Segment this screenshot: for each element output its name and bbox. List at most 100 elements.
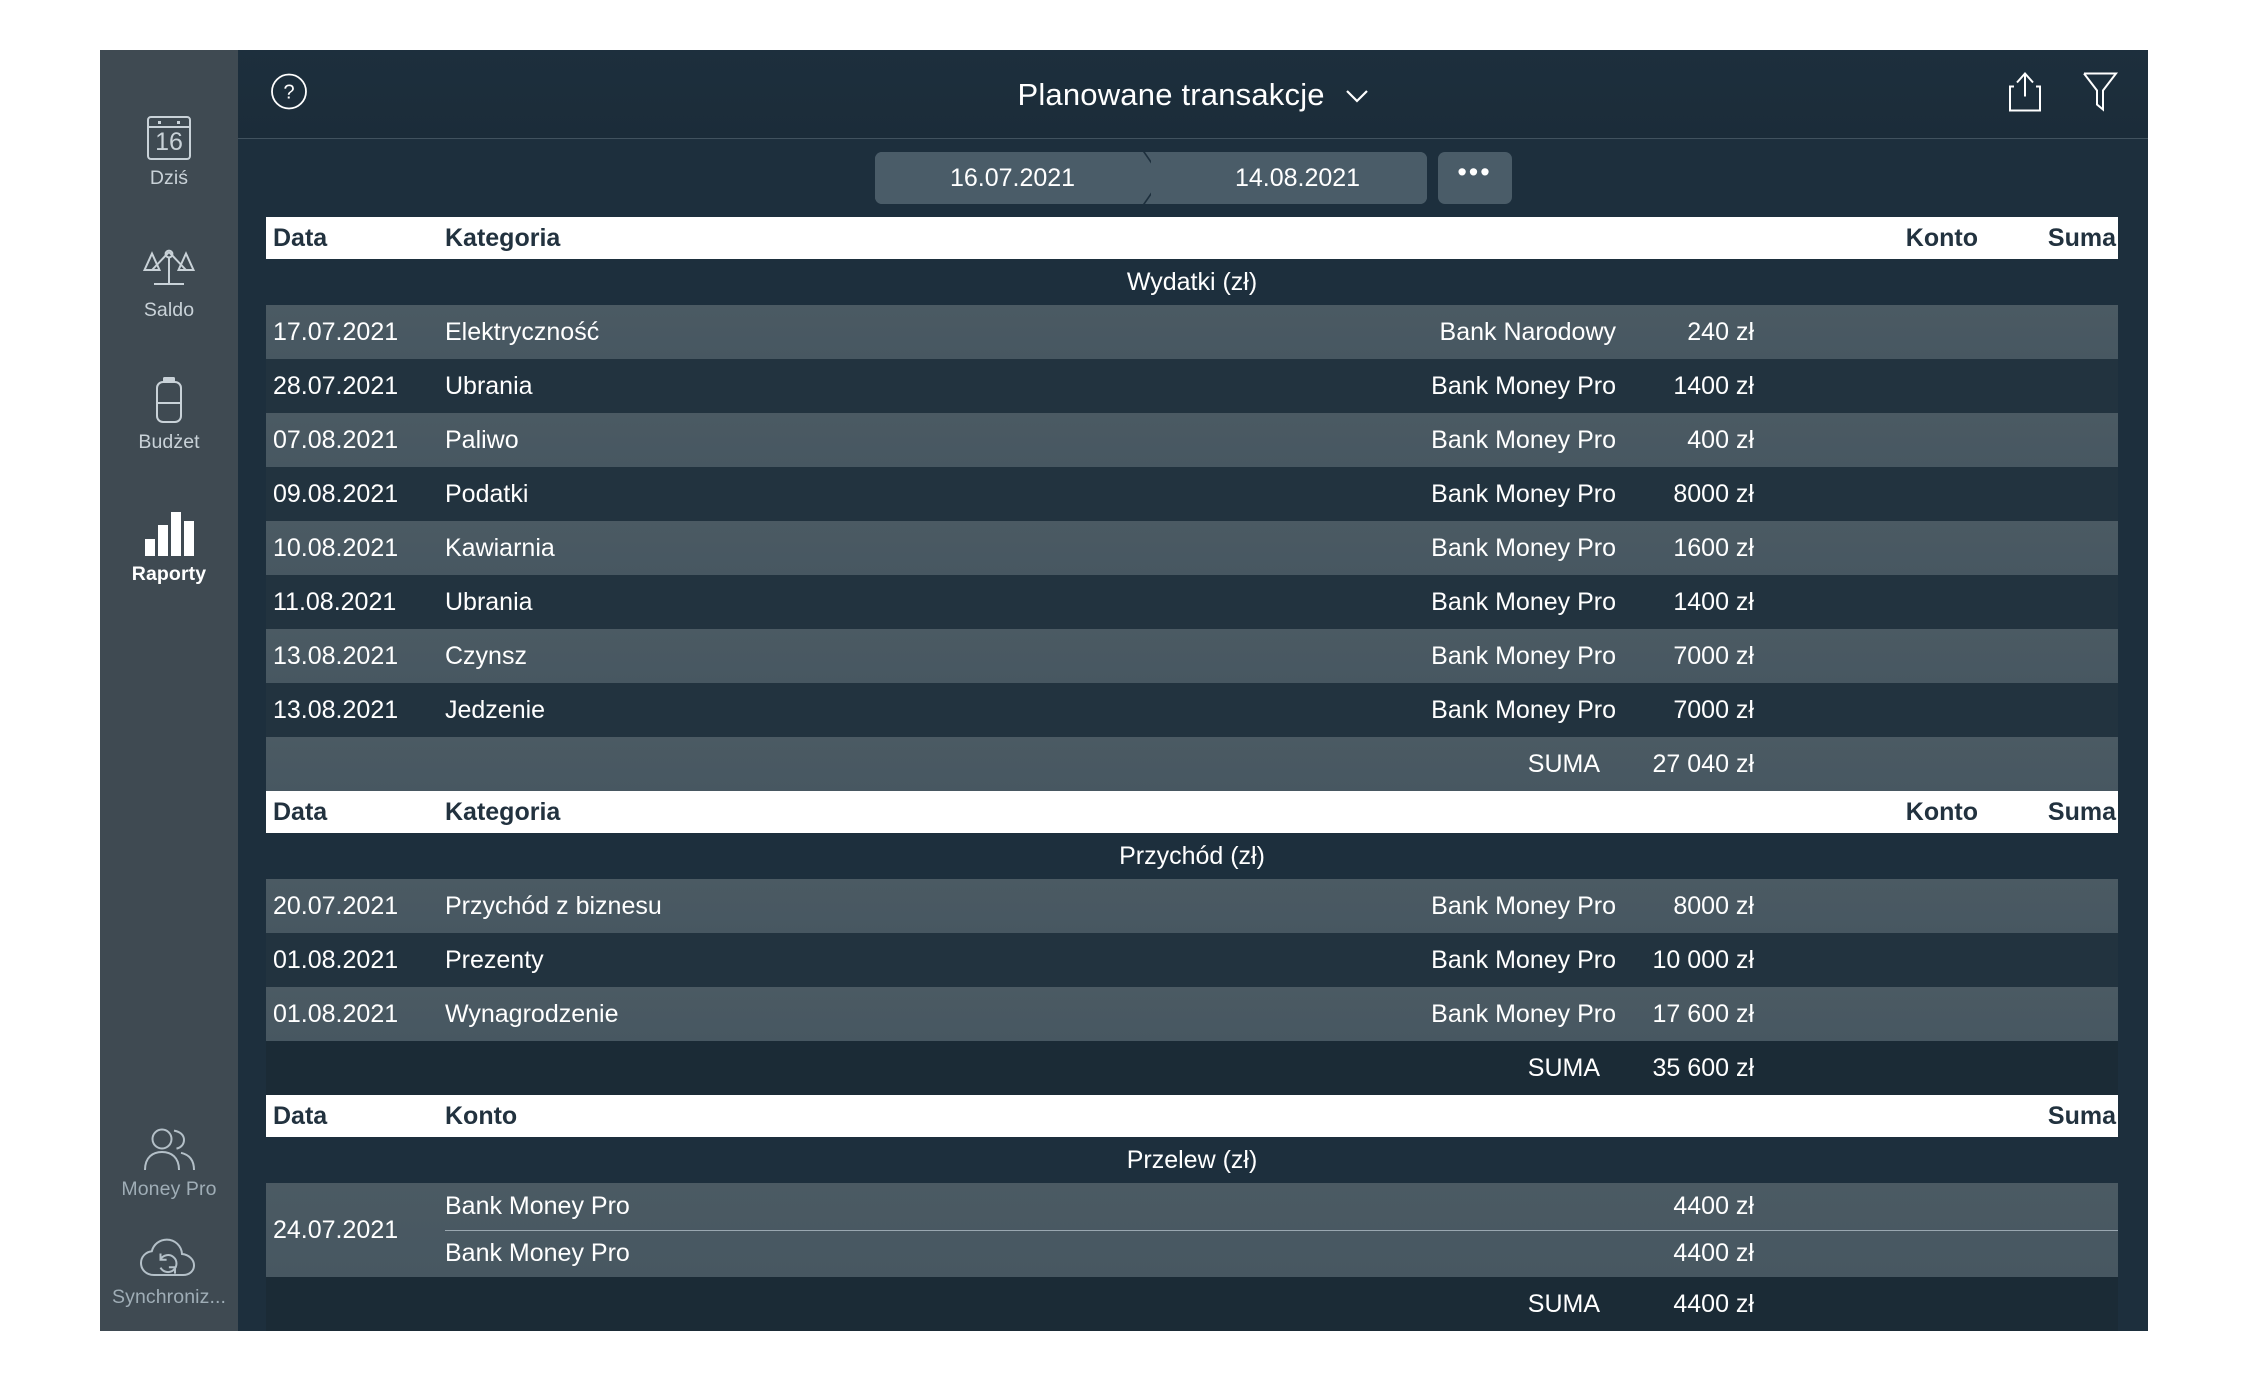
cell-amount: 4400 zł [1673, 1239, 1754, 1268]
cell-category: Paliwo [445, 425, 519, 454]
app-window: 16 Dziś Saldo Budżet Raporty Money Pro S… [100, 50, 2148, 1331]
section-total-transfer: SUMA 4400 zł [266, 1277, 2118, 1331]
cell-category: Czynsz [445, 641, 527, 670]
sidebar-item-reports[interactable]: Raporty [100, 508, 238, 586]
sidebar-item-sync[interactable]: Synchroniz... [100, 1231, 238, 1309]
calendar-16-icon: 16 [147, 112, 191, 160]
table-row[interactable]: 20.07.2021 Przychód z biznesu Bank Money… [266, 879, 2118, 933]
column-header-amount: Suma [2047, 223, 2116, 252]
cell-amount: 17 600 zł [1652, 999, 1754, 1028]
table-row[interactable]: 13.08.2021 Czynsz Bank Money Pro 7000 zł [266, 629, 2118, 683]
date-to-button[interactable]: 14.08.2021 [1150, 152, 1427, 204]
titlebar: ? Planowane transakcje [238, 50, 2148, 139]
cell-amount: 1600 zł [1673, 533, 1754, 562]
cell-amount: 1400 zł [1673, 371, 1754, 400]
sidebar-item-budget[interactable]: Budżet [100, 376, 238, 454]
cell-amount: 10 000 zł [1652, 945, 1754, 974]
cell-account: Bank Money Pro [1431, 641, 1616, 670]
battery-icon [152, 376, 186, 424]
sidebar-top-group: 16 Dziś Saldo Budżet Raporty [100, 50, 238, 640]
cell-amount: 1400 zł [1673, 587, 1754, 616]
cell-category: Jedzenie [445, 695, 546, 724]
column-header-date: Data [273, 223, 328, 252]
cell-account: Bank Money Pro [1431, 425, 1616, 454]
cloud-sync-icon [139, 1231, 199, 1279]
column-header-account: Konto [1905, 797, 1978, 826]
transfer-row[interactable]: 24.07.2021 Bank Money Pro 4400 zł Bank M… [266, 1183, 2118, 1277]
date-range-more-button[interactable]: ••• [1437, 152, 1512, 204]
column-header-category: Kategoria [445, 223, 561, 252]
table-row[interactable]: 11.08.2021 Ubrania Bank Money Pro 1400 z… [266, 575, 2118, 629]
cell-account: Bank Money Pro [1431, 587, 1616, 616]
section-total-expenses: SUMA 27 040 zł [266, 737, 2118, 791]
table-row[interactable]: 01.08.2021 Prezenty Bank Money Pro 10 00… [266, 933, 2118, 987]
cell-amount: 8000 zł [1673, 479, 1754, 508]
cell-amount: 4400 zł [1673, 1191, 1754, 1220]
cell-date: 17.07.2021 [273, 317, 399, 346]
cell-category: Ubrania [445, 587, 533, 616]
table-row[interactable]: 09.08.2021 Podatki Bank Money Pro 8000 z… [266, 467, 2118, 521]
page-title: Planowane transakcje [1017, 77, 1325, 112]
column-header-amount: Suma [2047, 797, 2116, 826]
cell-account: Bank Money Pro [1431, 371, 1616, 400]
section-title-income: Przychód (zł) [266, 833, 2118, 879]
table-header-transfer: Data Konto Suma [266, 1095, 2118, 1137]
cell-amount: 400 zł [1687, 425, 1754, 454]
cell-account: Bank Narodowy [1439, 317, 1616, 346]
cell-account: Bank Money Pro [1431, 479, 1616, 508]
cell-date: 01.08.2021 [273, 945, 399, 974]
sidebar-item-today-label: Dziś [149, 167, 189, 189]
date-from-button[interactable]: 16.07.2021 [874, 152, 1151, 204]
cell-account: Bank Money Pro [1431, 999, 1616, 1028]
cell-category: Elektryczność [445, 317, 600, 346]
column-header-date: Data [273, 797, 328, 826]
table-row[interactable]: 17.07.2021 Elektryczność Bank Narodowy 2… [266, 305, 2118, 359]
cell-date: 13.08.2021 [273, 641, 399, 670]
section-title-expenses: Wydatki (zł) [266, 259, 2118, 305]
transfer-to-line: Bank Money Pro 4400 zł [445, 1231, 2118, 1278]
total-label: SUMA [1527, 749, 1600, 778]
cell-category: Ubrania [445, 371, 533, 400]
total-amount: 4400 zł [1673, 1289, 1754, 1318]
cell-account: Bank Money Pro [1431, 533, 1616, 562]
sidebar-item-sync-label: Synchroniz... [111, 1286, 226, 1308]
calendar-day-number: 16 [155, 128, 183, 156]
cell-account: Bank Money Pro [445, 1239, 630, 1268]
cell-account: Bank Money Pro [1431, 945, 1616, 974]
cell-date: 01.08.2021 [273, 999, 399, 1028]
table-row[interactable]: 10.08.2021 Kawiarnia Bank Money Pro 1600… [266, 521, 2118, 575]
sidebar-item-today[interactable]: 16 Dziś [100, 112, 238, 190]
sidebar-bottom-group: Money Pro Synchroniz... [100, 1123, 238, 1315]
column-header-category: Kategoria [445, 797, 561, 826]
section-total-income: SUMA 35 600 zł [266, 1041, 2118, 1095]
date-range-pill: 16.07.2021 14.08.2021 [874, 152, 1427, 204]
cell-date: 11.08.2021 [273, 587, 397, 616]
cell-category: Przychód z biznesu [445, 891, 662, 920]
cell-date: 13.08.2021 [273, 695, 399, 724]
sidebar-item-reports-label: Raporty [131, 563, 207, 585]
report-table: Data Kategoria Konto Suma Wydatki (zł) 1… [238, 217, 2148, 1331]
date-range-bar: 16.07.2021 14.08.2021 ••• [238, 139, 2148, 217]
table-row[interactable]: 13.08.2021 Jedzenie Bank Money Pro 7000 … [266, 683, 2118, 737]
sidebar-item-balance[interactable]: Saldo [100, 244, 238, 322]
cell-date: 28.07.2021 [273, 371, 399, 400]
total-label: SUMA [1527, 1289, 1600, 1318]
table-row[interactable]: 07.08.2021 Paliwo Bank Money Pro 400 zł [266, 413, 2118, 467]
sidebar-item-balance-label: Saldo [143, 299, 195, 321]
chevron-down-icon [1345, 75, 1369, 111]
share-icon[interactable] [2008, 71, 2042, 118]
page-title-group[interactable]: Planowane transakcje [238, 75, 2148, 113]
table-row[interactable]: 28.07.2021 Ubrania Bank Money Pro 1400 z… [266, 359, 2118, 413]
cell-account: Bank Money Pro [445, 1191, 630, 1220]
cell-category: Kawiarnia [445, 533, 555, 562]
cell-date: 20.07.2021 [273, 891, 399, 920]
sidebar-item-budget-label: Budżet [138, 431, 200, 453]
cell-date: 24.07.2021 [273, 1215, 399, 1244]
cell-date: 09.08.2021 [273, 479, 399, 508]
sidebar-item-account[interactable]: Money Pro [100, 1123, 238, 1201]
sidebar: 16 Dziś Saldo Budżet Raporty Money Pro S… [100, 50, 238, 1331]
table-row[interactable]: 01.08.2021 Wynagrodzenie Bank Money Pro … [266, 987, 2118, 1041]
column-header-account: Konto [445, 1101, 518, 1130]
filter-funnel-icon[interactable] [2082, 71, 2119, 118]
cell-account: Bank Money Pro [1431, 695, 1616, 724]
